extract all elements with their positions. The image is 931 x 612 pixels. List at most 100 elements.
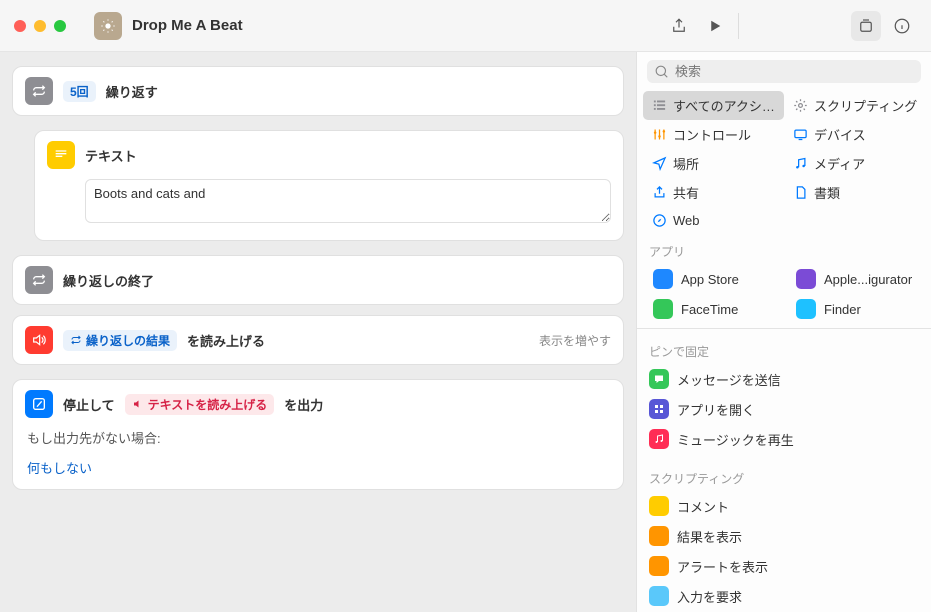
window-title: Drop Me A Beat: [132, 17, 243, 34]
category-note[interactable]: メディア: [784, 149, 925, 178]
safari-icon: [651, 212, 667, 228]
pinned-action[interactable]: ミュージックを再生: [637, 424, 931, 454]
scripting-label: コメント: [677, 497, 729, 516]
category-label: すべてのアクシ…: [673, 96, 775, 115]
stop-icon: [25, 390, 53, 418]
speaker-icon: [25, 326, 53, 354]
share-button[interactable]: [664, 11, 694, 41]
pinned-section-label: ピンで固定: [637, 333, 931, 364]
speak-input-token[interactable]: 繰り返しの結果: [63, 330, 177, 351]
stop-input-token[interactable]: テキストを読み上げる: [125, 394, 275, 415]
speak-suffix: を読み上げる: [187, 331, 265, 350]
category-label: デバイス: [814, 125, 866, 144]
scripting-label: 入力を要求: [677, 587, 742, 606]
category-label: Web: [673, 213, 700, 228]
search-input[interactable]: [675, 64, 913, 79]
app-item[interactable]: Apple...igurator: [784, 264, 927, 294]
pinned-action[interactable]: メッセージを送信: [637, 364, 931, 394]
category-display[interactable]: デバイス: [784, 120, 925, 149]
do-nothing-option[interactable]: 何もしない: [13, 458, 623, 489]
titlebar: Drop Me A Beat: [0, 0, 931, 52]
search-field[interactable]: [647, 60, 921, 83]
grid-icon: [649, 399, 669, 419]
note-icon: [792, 156, 808, 172]
action-icon: [649, 556, 669, 576]
pinned-label: メッセージを送信: [677, 370, 781, 389]
pinned-label: アプリを開く: [677, 400, 755, 419]
display-icon: [792, 127, 808, 143]
action-text[interactable]: テキスト: [34, 130, 624, 241]
list-icon: [651, 98, 667, 114]
search-icon: [655, 65, 669, 79]
pinned-label: ミュージックを再生: [677, 430, 794, 449]
library-toggle[interactable]: [851, 11, 881, 41]
app-label: Apple...igurator: [824, 272, 912, 287]
repeat-icon: [25, 77, 53, 105]
action-repeat[interactable]: 5回 繰り返す: [12, 66, 624, 116]
category-list[interactable]: すべてのアクシ…: [643, 91, 784, 120]
info-button[interactable]: [887, 11, 917, 41]
category-safari[interactable]: Web: [643, 207, 784, 233]
pinned-action[interactable]: アプリを開く: [637, 394, 931, 424]
if-no-output-label: もし出力先がない場合:: [13, 428, 623, 458]
repeat-icon: [25, 266, 53, 294]
category-label: 場所: [673, 154, 699, 173]
category-label: メディア: [814, 154, 865, 173]
app-item[interactable]: App Store: [641, 264, 784, 294]
scripting-label: アラートを表示: [677, 557, 768, 576]
window-controls: [14, 20, 66, 32]
scripting-label: 結果を表示: [677, 527, 742, 546]
category-share[interactable]: 共有: [643, 178, 784, 207]
category-location[interactable]: 場所: [643, 149, 784, 178]
minimize-window[interactable]: [34, 20, 46, 32]
action-speak[interactable]: 繰り返しの結果 を読み上げる 表示を増やす: [12, 315, 624, 365]
stop-suffix: を出力: [284, 395, 323, 414]
zoom-window[interactable]: [54, 20, 66, 32]
app-item[interactable]: Finder: [784, 294, 927, 324]
apps-section-label: アプリ: [637, 233, 931, 264]
repeat-count-token[interactable]: 5回: [63, 81, 96, 102]
doc-icon: [792, 185, 808, 201]
sliders-icon: [651, 127, 667, 143]
action-icon: [649, 496, 669, 516]
location-icon: [651, 156, 667, 172]
share-icon: [651, 185, 667, 201]
app-label: Finder: [824, 302, 861, 317]
app-label: App Store: [681, 272, 739, 287]
show-more-link[interactable]: 表示を増やす: [539, 332, 611, 349]
app-item[interactable]: FaceTime: [641, 294, 784, 324]
run-button[interactable]: [700, 11, 730, 41]
close-window[interactable]: [14, 20, 26, 32]
action-stop-output[interactable]: 停止して テキストを読み上げる を出力 もし出力先がない場合: 何もしない: [12, 379, 624, 490]
action-end-repeat[interactable]: 繰り返しの終了: [12, 255, 624, 305]
scripting-action[interactable]: アラートを表示: [637, 551, 931, 581]
text-label: テキスト: [85, 146, 137, 165]
app-icon: [796, 299, 816, 319]
text-icon: [47, 141, 75, 169]
category-sliders[interactable]: コントロール: [643, 120, 784, 149]
action-icon: [649, 526, 669, 546]
category-gear[interactable]: スクリプティング: [784, 91, 925, 120]
scripting-action[interactable]: 結果を表示: [637, 521, 931, 551]
action-icon: [649, 586, 669, 606]
category-doc[interactable]: 書類: [784, 178, 925, 207]
scripting-action[interactable]: コメント: [637, 491, 931, 521]
scripting-section-label: スクリプティング: [637, 454, 931, 491]
gear-icon: [792, 98, 808, 114]
category-label: コントロール: [673, 125, 751, 144]
shortcut-icon: [94, 12, 122, 40]
message-icon: [649, 369, 669, 389]
end-repeat-label: 繰り返しの終了: [63, 271, 154, 290]
category-label: 書類: [814, 183, 840, 202]
app-icon: [796, 269, 816, 289]
stop-prefix: 停止して: [63, 395, 115, 414]
workflow-editor[interactable]: 5回 繰り返す テキスト 繰り返しの終了: [0, 52, 636, 612]
category-label: スクリプティング: [814, 96, 917, 115]
text-content-input[interactable]: [85, 179, 611, 223]
scripting-action[interactable]: 入力を要求: [637, 581, 931, 611]
app-label: FaceTime: [681, 302, 738, 317]
repeat-label: 繰り返す: [106, 82, 158, 101]
actions-sidebar: すべてのアクシ…スクリプティングコントロールデバイス場所メディア共有書類Web …: [636, 52, 931, 612]
app-icon: [653, 299, 673, 319]
app-icon: [653, 269, 673, 289]
